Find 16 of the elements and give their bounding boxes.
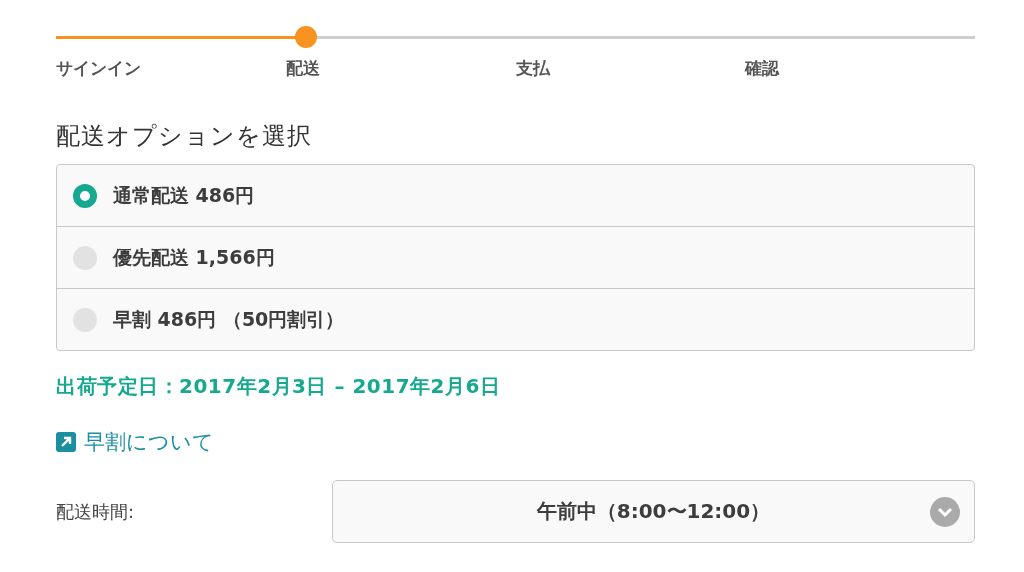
- radio-button[interactable]: [73, 183, 97, 208]
- option-label: 優先配送 1,566円: [113, 244, 275, 270]
- chevron-down-icon: [930, 497, 960, 527]
- step-label: サインイン: [56, 57, 141, 80]
- early-discount-link[interactable]: 早割について: [56, 428, 214, 456]
- ship-date: 出荷予定日：2017年2月3日 – 2017年2月6日: [56, 373, 502, 400]
- section-heading: 配送オプションを選択: [56, 121, 313, 152]
- option-label: 早割 486円 （50円割引）: [113, 306, 345, 332]
- progress-handle: [294, 26, 317, 48]
- step-label: 配送: [285, 57, 320, 80]
- delivery-time-label: 配送時間:: [56, 499, 136, 524]
- external-link-icon: [56, 432, 76, 452]
- step-label: 支払: [515, 57, 550, 80]
- step-label: 確認: [745, 57, 780, 80]
- option-label: 通常配送 486円: [113, 182, 255, 208]
- delivery-time-select[interactable]: 午前中（8:00〜12:00）: [332, 480, 975, 543]
